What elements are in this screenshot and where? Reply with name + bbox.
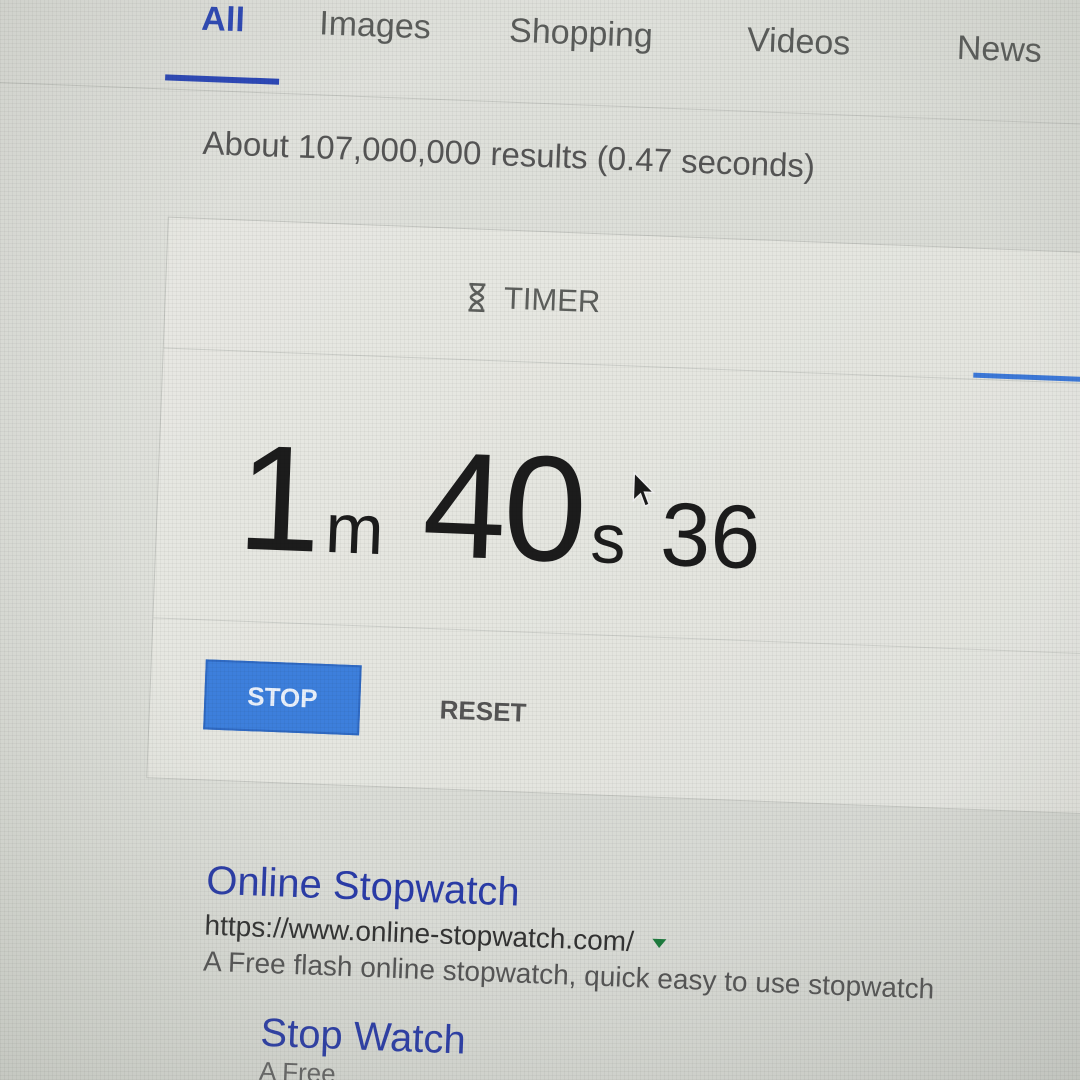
search-result: Online Stopwatch https://www.online-stop… — [203, 859, 1080, 1012]
tab-images[interactable]: Images — [319, 4, 432, 47]
mouse-pointer-icon — [632, 470, 656, 508]
tab-timer[interactable]: TIMER — [465, 279, 601, 320]
centiseconds-value: 36 — [658, 484, 763, 589]
reset-button[interactable]: RESET — [417, 674, 550, 749]
hourglass-icon — [468, 282, 486, 313]
timer-tab-label: TIMER — [503, 280, 601, 320]
search-tabs: All Images Shopping Videos News — [0, 0, 1080, 130]
timer-card-header: TIMER — [163, 217, 1080, 387]
tab-videos[interactable]: Videos — [746, 21, 851, 64]
sitelink: Stop Watch A Free — [258, 1011, 467, 1080]
stop-button[interactable]: STOP — [203, 659, 362, 736]
tab-shopping[interactable]: Shopping — [508, 12, 653, 56]
search-page: All Images Shopping Videos News About 10… — [0, 0, 1080, 1080]
card-divider — [153, 617, 1080, 657]
result-stats: About 107,000,000 results (0.47 seconds) — [201, 123, 816, 185]
tab-all[interactable]: All — [201, 0, 246, 40]
screen: All Images Shopping Videos News About 10… — [0, 0, 1080, 1080]
stopwatch-tab-indicator — [973, 372, 1080, 386]
seconds-value: 40 — [419, 419, 588, 594]
minutes-unit: m — [323, 488, 386, 570]
sitelink-title-link[interactable]: Stop Watch — [260, 1011, 467, 1064]
minutes-value: 1 — [234, 412, 322, 584]
seconds-unit: s — [589, 499, 628, 579]
timer-display: 1m 40s 36 — [235, 411, 765, 604]
caret-down-icon[interactable] — [651, 938, 666, 948]
tab-news[interactable]: News — [956, 29, 1042, 71]
active-tab-indicator — [165, 74, 280, 85]
timer-card: TIMER 1m 40s 36 STOP RESET — [146, 216, 1080, 817]
